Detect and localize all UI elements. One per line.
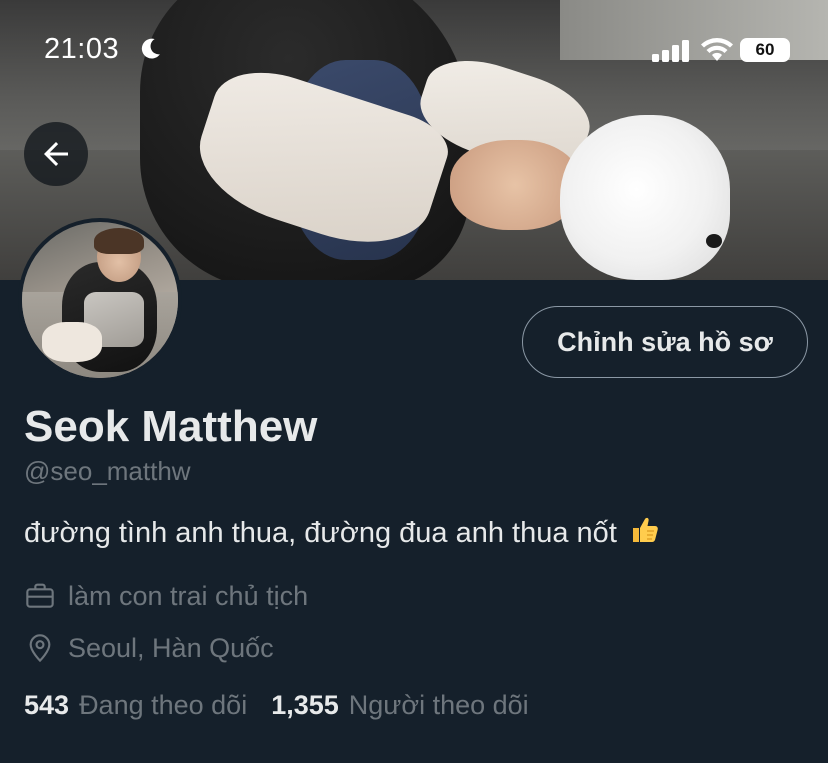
following-count: 543 [24,690,70,720]
edit-profile-button[interactable]: Chỉnh sửa hồ sơ [522,306,808,378]
followers-link[interactable]: 1,355 Người theo dõi [271,690,528,721]
avatar-photo [22,222,178,378]
profile-name: Seok Matthew [24,402,318,451]
moon-icon [141,38,160,59]
profile-handle: @seo_matthw [24,456,191,486]
following-link[interactable]: 543 Đang theo dõi [24,690,247,721]
profile-bio-text: đường tình anh thua, đường đua anh thua … [24,517,617,549]
avatar-sleeve [42,322,102,362]
following-label: Đang theo dõi [79,690,248,720]
briefcase-icon [26,583,54,608]
profile-job: làm con trai chủ tịch [24,580,308,612]
status-bar: 21:03 60 [0,28,828,72]
arrow-left-icon [44,142,68,166]
battery-level: 60 [755,40,775,59]
followers-label: Người theo dõi [348,690,529,720]
banner-dog-nose [706,234,722,248]
wifi-icon [701,38,733,61]
profile-bio: đường tình anh thua, đường đua anh thua … [24,514,661,550]
status-time: 21:03 [44,33,120,65]
followers-count: 1,355 [271,690,339,720]
profile-location-text: Seoul, Hàn Quốc [68,632,274,663]
profile-location: Seoul, Hàn Quốc [24,632,274,664]
back-button[interactable] [24,122,88,186]
banner-dog [560,115,730,280]
avatar[interactable] [18,218,182,382]
signal-icon [652,40,689,62]
avatar-hair [94,228,144,254]
thumbs-up-emoji [632,517,658,542]
battery-icon: 60 [740,38,790,62]
profile-job-text: làm con trai chủ tịch [68,580,309,611]
location-pin-icon [29,634,51,663]
follow-stats: 543 Đang theo dõi 1,355 Người theo dõi [24,690,529,721]
